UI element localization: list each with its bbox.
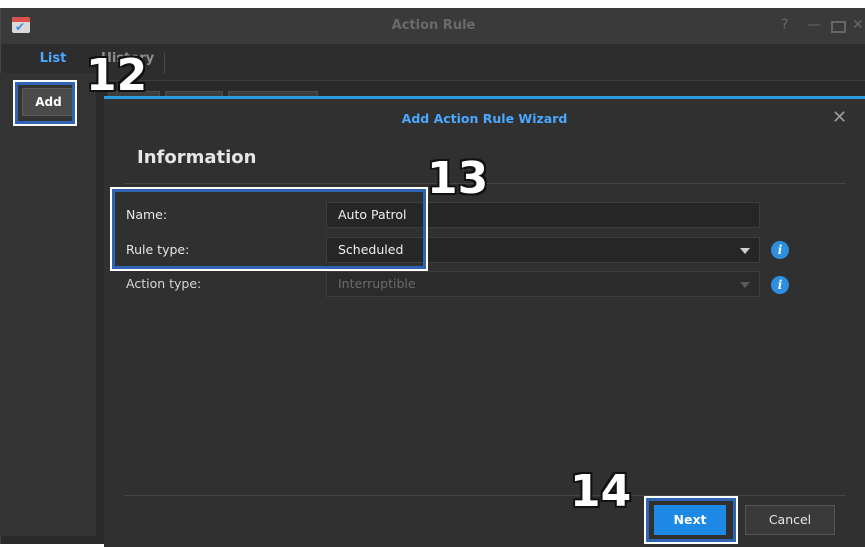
dialog-close-icon[interactable]: ✕ xyxy=(832,109,847,127)
top-strip xyxy=(0,0,865,8)
close-window-icon[interactable]: ✕ xyxy=(852,17,864,33)
highlight-add-button xyxy=(13,80,77,126)
chevron-down-icon xyxy=(740,248,750,254)
step-badge-13: 13 xyxy=(426,153,489,204)
minimize-icon[interactable]: — xyxy=(807,17,821,33)
title-bar: ✔ Action Rule ? — ✕ xyxy=(1,8,865,44)
step-badge-12: 12 xyxy=(85,50,148,101)
action-type-select[interactable]: Interruptible xyxy=(326,271,760,297)
dialog-title: Add Action Rule Wizard xyxy=(401,111,568,126)
left-panel xyxy=(0,73,96,536)
action-type-label: Action type: xyxy=(126,276,202,291)
footer-divider xyxy=(124,495,846,496)
cancel-button[interactable]: Cancel xyxy=(745,505,835,535)
help-icon[interactable]: ? xyxy=(781,17,788,33)
info-icon[interactable]: i xyxy=(771,276,789,294)
highlight-next-button xyxy=(644,496,738,544)
highlight-fields xyxy=(110,187,428,271)
window-title: Action Rule xyxy=(391,18,476,33)
tab-divider xyxy=(164,52,165,74)
maximize-icon[interactable] xyxy=(831,21,846,33)
add-action-rule-dialog: Add Action Rule Wizard ✕ Information Nam… xyxy=(104,96,865,547)
tab-list-label: List xyxy=(39,51,67,66)
step-badge-14: 14 xyxy=(569,466,632,517)
info-icon[interactable]: i xyxy=(771,241,789,259)
action-type-value: Interruptible xyxy=(338,276,416,291)
chevron-down-icon xyxy=(740,282,750,288)
section-title: Information xyxy=(137,147,257,168)
